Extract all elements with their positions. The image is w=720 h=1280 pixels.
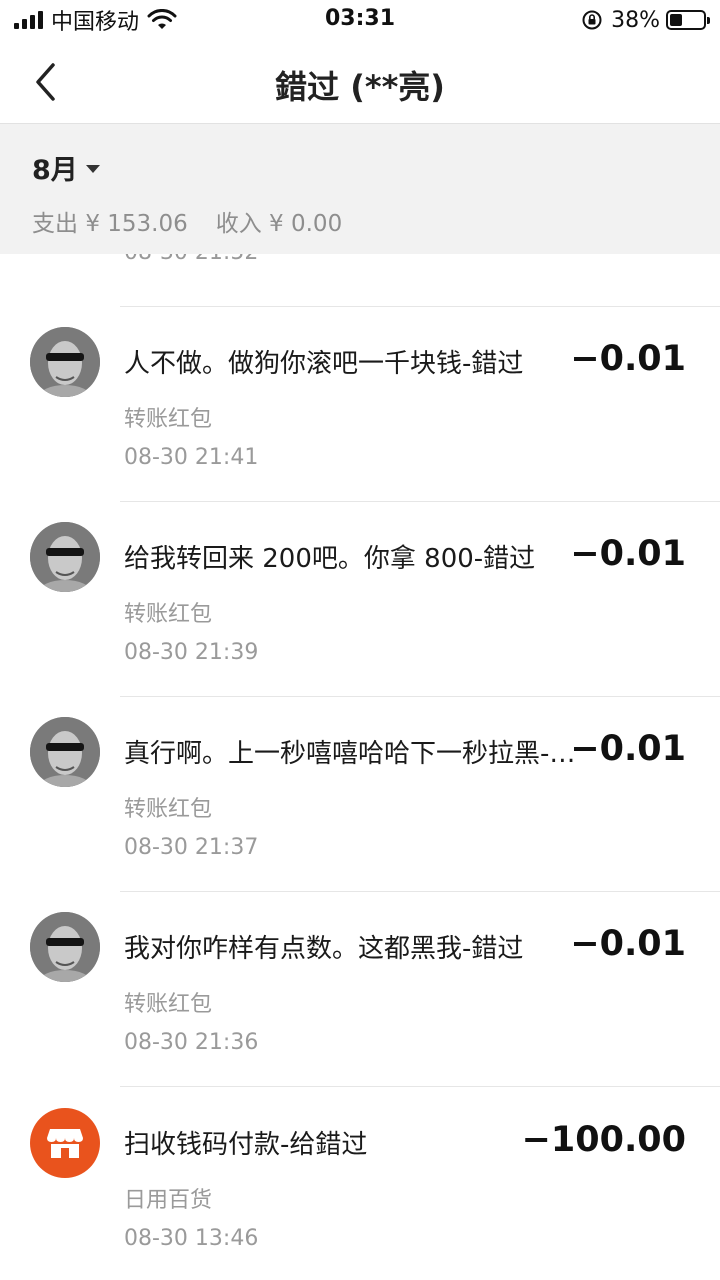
transaction-amount: −0.01 bbox=[570, 339, 686, 379]
list-item[interactable]: 人不做。做狗你滚吧一千块钱-錯过 −0.01 转账红包 08-30 21:41 bbox=[0, 307, 720, 502]
transaction-time: 08-30 13:46 bbox=[124, 1226, 259, 1251]
transaction-category: 转账红包 bbox=[124, 602, 213, 627]
month-summary: 8月 支出 ¥ 153.06 收入 ¥ 0.00 bbox=[0, 124, 720, 254]
income-label: 收入 bbox=[215, 211, 262, 237]
transaction-time: 08-30 21:37 bbox=[124, 835, 259, 860]
transaction-title: 我对你咋样有点数。这都黑我-錯过 bbox=[124, 934, 524, 964]
status-bar: 中国移动 03:31 38% bbox=[0, 0, 720, 40]
avatar bbox=[30, 522, 100, 592]
transaction-category: 转账红包 bbox=[124, 797, 213, 822]
battery-percent: 38% bbox=[611, 7, 660, 33]
avatar bbox=[30, 327, 100, 397]
nav-bar: 錯过 (**亮) bbox=[0, 40, 720, 124]
shop-icon bbox=[30, 1108, 100, 1178]
transaction-amount: −0.01 bbox=[570, 534, 686, 574]
income-value: ¥ 0.00 bbox=[269, 211, 343, 237]
status-right: 38% bbox=[581, 6, 710, 34]
expense-label: 支出 bbox=[32, 211, 78, 237]
transaction-time: 08-30 21:41 bbox=[124, 445, 259, 470]
list-item[interactable]: 给我转回来 200吧。你拿 800-錯过 −0.01 转账红包 08-30 21… bbox=[0, 502, 720, 697]
expense-value: ¥ 153.06 bbox=[85, 211, 188, 237]
transaction-title: 扫收钱码付款-给錯过 bbox=[124, 1130, 368, 1160]
transaction-amount: −100.00 bbox=[521, 1120, 686, 1160]
avatar bbox=[30, 717, 100, 787]
income-total: 收入 ¥ 0.00 bbox=[216, 204, 342, 238]
transaction-title: 给我转回来 200吧。你拿 800-錯过 bbox=[124, 544, 536, 574]
transaction-title: 真行啊。上一秒嘻嘻哈哈下一秒拉黑-錯过 bbox=[124, 739, 579, 769]
list-item[interactable]: 我对你咋样有点数。这都黑我-錯过 −0.01 转账红包 08-30 21:36 bbox=[0, 892, 720, 1087]
transaction-amount: −0.01 bbox=[570, 729, 686, 769]
transaction-time: 08-30 21:36 bbox=[124, 1030, 259, 1055]
caret-down-icon bbox=[85, 164, 100, 173]
transaction-amount: −0.01 bbox=[570, 924, 686, 964]
page-title: 錯过 (**亮) bbox=[275, 68, 445, 106]
transaction-category: 日用百货 bbox=[124, 1188, 213, 1213]
battery-icon bbox=[666, 10, 710, 30]
avatar bbox=[30, 912, 100, 982]
month-selector[interactable]: 8月 bbox=[32, 148, 100, 187]
transaction-time: 08-30 21:39 bbox=[124, 640, 259, 665]
battery-fill bbox=[670, 14, 682, 26]
transaction-title: 人不做。做狗你滚吧一千块钱-錯过 bbox=[124, 349, 524, 379]
totals: 支出 ¥ 153.06 收入 ¥ 0.00 bbox=[32, 204, 370, 238]
list-item[interactable]: 扫收钱码付款-给錯过 −100.00 日用百货 08-30 13:46 bbox=[0, 1088, 720, 1280]
month-label: 8月 bbox=[32, 155, 78, 186]
transaction-category: 转账红包 bbox=[124, 992, 213, 1017]
expense-total: 支出 ¥ 153.06 bbox=[32, 204, 188, 238]
rotation-lock-icon bbox=[582, 10, 602, 30]
transaction-category: 转账红包 bbox=[124, 407, 213, 432]
list-item[interactable]: 真行啊。上一秒嘻嘻哈哈下一秒拉黑-錯过 −0.01 转账红包 08-30 21:… bbox=[0, 697, 720, 892]
divider bbox=[120, 1086, 720, 1087]
